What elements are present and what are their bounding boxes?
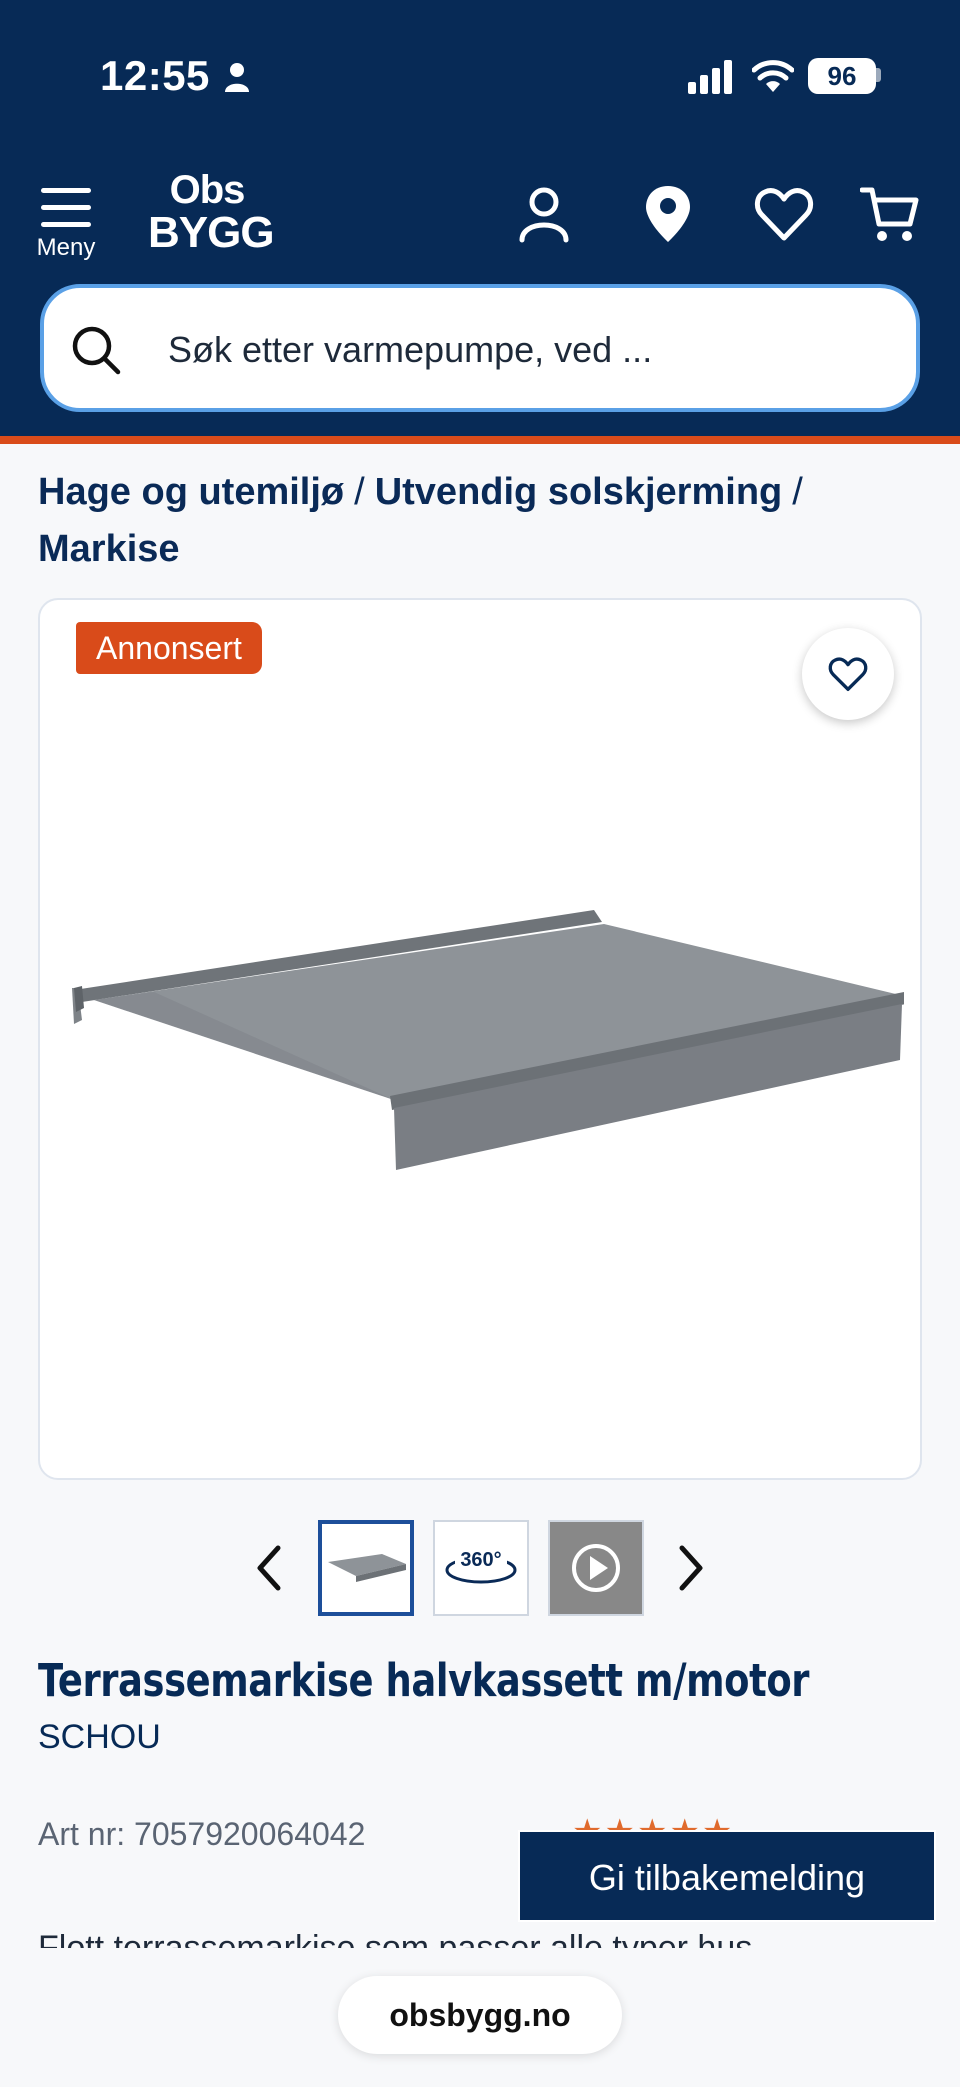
person-status-icon	[225, 63, 249, 92]
feedback-button[interactable]: Gi tilbakemelding	[518, 1830, 936, 1922]
breadcrumb: Hage og utemiljø / Utvendig solskjerming / M…	[38, 464, 918, 578]
heart-icon	[828, 657, 868, 691]
thumbnail-360-view[interactable]: 360°	[433, 1520, 529, 1616]
breadcrumb-separator: /	[354, 471, 365, 513]
product-title: Terrassemarkise halvkassett m/motor	[38, 1654, 810, 1707]
product-description: Flott terrassemarkise som passer alle ty…	[38, 1929, 753, 1948]
account-icon[interactable]	[514, 184, 574, 244]
cellular-signal-icon	[688, 60, 732, 94]
location-pin-icon[interactable]	[638, 184, 698, 244]
product-image-card[interactable]: Annonsert	[38, 598, 922, 1480]
hamburger-icon	[34, 186, 98, 227]
product-brand[interactable]: SCHOU	[38, 1718, 161, 1757]
next-image-arrow-icon[interactable]	[668, 1540, 712, 1596]
360-label: 360°	[460, 1549, 501, 1571]
breadcrumb-separator: /	[792, 471, 803, 513]
menu-button[interactable]: Meny	[34, 186, 98, 266]
awning-product-image	[72, 910, 904, 1170]
add-to-favorites-button[interactable]	[802, 628, 894, 720]
previous-image-arrow-icon[interactable]	[248, 1540, 292, 1596]
status-time: 12:55	[100, 52, 210, 99]
battery-indicator: 96	[808, 58, 876, 94]
article-number: Art nr: 7057920064042	[38, 1816, 366, 1852]
header-accent-line	[0, 436, 960, 444]
browser-url-bar[interactable]: obsbygg.no	[338, 1976, 622, 2054]
360-view-icon: 360°	[445, 1549, 517, 1584]
wishlist-heart-icon[interactable]	[754, 184, 814, 244]
sponsored-badge: Annonsert	[76, 622, 262, 674]
search-input[interactable]	[168, 318, 888, 382]
breadcrumb-link-markise[interactable]: Markise	[38, 528, 180, 570]
search-icon	[72, 326, 121, 375]
breadcrumb-link-solskjerming[interactable]: Utvendig solskjerming	[375, 471, 783, 513]
obs-bygg-logo[interactable]: Obs BYGG	[148, 170, 275, 258]
play-video-icon	[572, 1544, 620, 1592]
menu-label: Meny	[36, 234, 96, 261]
search-bar[interactable]	[40, 284, 920, 412]
thumbnail-product-image[interactable]	[318, 1520, 414, 1616]
awning-thumbnail-icon	[328, 1554, 406, 1582]
battery-tip	[876, 68, 881, 82]
breadcrumb-link-hage[interactable]: Hage og utemiljø	[38, 471, 344, 513]
wifi-icon	[752, 60, 794, 92]
cart-icon[interactable]	[860, 184, 920, 244]
thumbnail-video[interactable]	[548, 1520, 644, 1616]
